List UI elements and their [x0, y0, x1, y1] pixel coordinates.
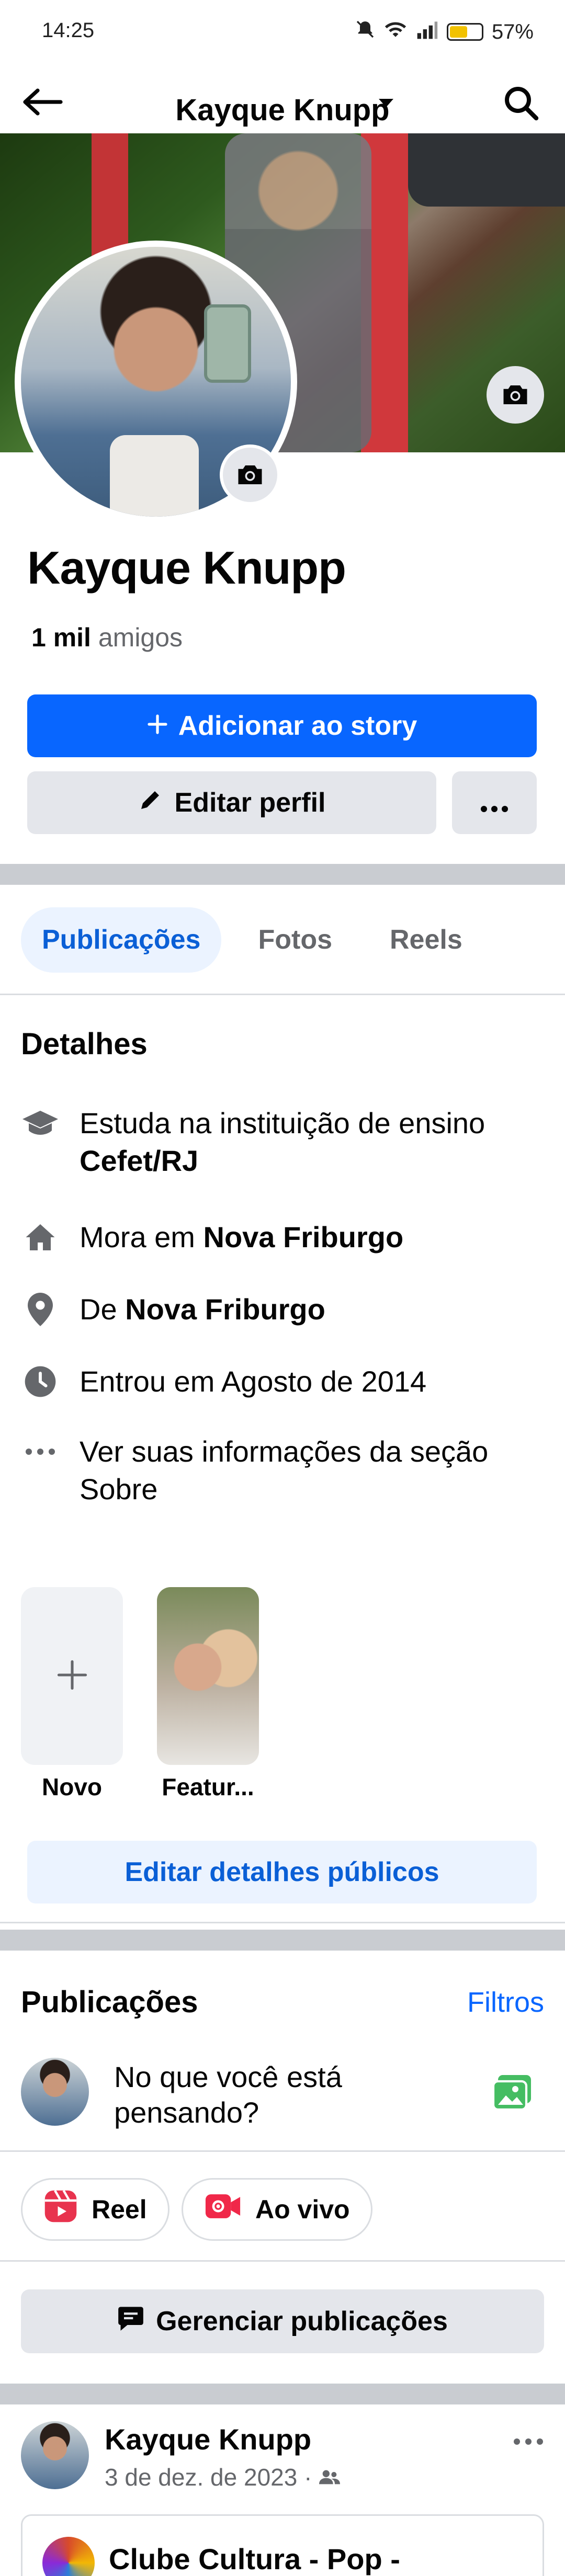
live-video-icon — [204, 2192, 242, 2227]
add-to-story-label: Adicionar ao story — [178, 711, 417, 741]
edit-profile-button[interactable]: Editar perfil — [27, 771, 436, 834]
thin-divider — [0, 2260, 565, 2262]
section-divider — [0, 864, 565, 885]
home-icon — [21, 1218, 60, 1256]
highlight-new-card[interactable] — [21, 1587, 123, 1765]
header-title[interactable]: Kayque Knupp — [0, 93, 565, 128]
section-divider — [0, 2384, 565, 2404]
message-icon — [117, 2305, 144, 2338]
section-divider — [0, 1930, 565, 1951]
location-pin-icon — [21, 1291, 60, 1328]
thin-divider — [0, 1922, 565, 1923]
manage-posts-button[interactable]: Gerenciar publicações — [21, 2289, 544, 2353]
tab-publicacoes[interactable]: Publicações — [21, 907, 222, 973]
top-bar: Kayque Knupp — [0, 65, 565, 133]
more-options-button[interactable] — [452, 771, 537, 834]
detail-education-prefix: Estuda na instituição de ensino — [80, 1107, 485, 1139]
detail-from-place[interactable]: Nova Friburgo — [125, 1293, 325, 1326]
thin-divider — [0, 2150, 565, 2152]
battery-percent: 57% — [491, 20, 534, 43]
filters-link[interactable]: Filtros — [467, 1986, 544, 2019]
photo-gallery-icon[interactable] — [492, 2073, 533, 2111]
ellipsis-icon — [480, 786, 509, 820]
cover-camera-icon[interactable] — [487, 366, 544, 424]
ellipsis-icon — [21, 1433, 60, 1471]
profile-name: Kayque Knupp — [27, 542, 346, 594]
live-label: Ao vivo — [255, 2195, 350, 2224]
graduation-cap-icon — [21, 1104, 60, 1142]
reel-icon — [43, 2189, 78, 2230]
posts-title: Publicações — [21, 1985, 198, 2019]
post-meta: 3 de dez. de 2023 · — [105, 2463, 341, 2491]
details-title: Detalhes — [21, 1027, 148, 1061]
add-to-story-button[interactable]: Adicionar ao story — [27, 694, 537, 757]
edit-profile-label: Editar perfil — [174, 788, 326, 818]
shared-page-name[interactable]: Clube Cultura - Pop - — [109, 2542, 400, 2576]
live-button[interactable]: Ao vivo — [182, 2178, 372, 2241]
detail-lives-prefix: Mora em — [80, 1221, 195, 1253]
chevron-down-icon[interactable] — [376, 92, 397, 112]
detail-lives-place[interactable]: Nova Friburgo — [204, 1221, 404, 1253]
highlight-featured-label: Featur... — [162, 1773, 254, 1800]
pencil-icon — [138, 787, 163, 819]
wifi-icon — [384, 19, 407, 45]
signal-icon — [415, 19, 438, 45]
status-icons: 57% — [355, 19, 534, 45]
search-icon[interactable] — [503, 85, 540, 122]
detail-joined: Entrou em Agosto de 2014 — [21, 1363, 549, 1400]
plus-icon — [55, 1649, 89, 1703]
profile-tabs: Publicações Fotos Reels — [21, 907, 483, 973]
clock-icon — [21, 1363, 60, 1400]
detail-from-prefix: De — [80, 1293, 117, 1326]
detail-education-place[interactable]: Cefet/RJ — [80, 1144, 198, 1177]
manage-posts-label: Gerenciar publicações — [156, 2306, 448, 2336]
detail-joined-text: Entrou em Agosto de 2014 — [80, 1365, 427, 1398]
battery-icon — [446, 23, 483, 41]
composer-input[interactable]: No que você está pensando? — [114, 2059, 454, 2130]
detail-education: Estuda na instituição de ensino Cefet/RJ — [21, 1104, 549, 1180]
mute-icon — [355, 19, 376, 45]
status-time: 14:25 — [42, 19, 95, 42]
friends-count[interactable]: 1 mil amigos — [31, 622, 183, 653]
tab-fotos[interactable]: Fotos — [237, 907, 353, 973]
detail-see-about-text: Ver suas informações da seção Sobre — [80, 1435, 489, 1506]
detail-lives-in: Mora em Nova Friburgo — [21, 1218, 549, 1256]
reel-label: Reel — [92, 2195, 147, 2224]
post-date[interactable]: 3 de dez. de 2023 · — [105, 2463, 312, 2491]
friends-audience-icon — [319, 2463, 341, 2491]
avatar-camera-icon[interactable] — [220, 444, 280, 505]
plus-icon — [147, 710, 168, 742]
shared-post-card[interactable]: Clube Cultura - Pop - — [21, 2514, 544, 2576]
post-author-name[interactable]: Kayque Knupp — [105, 2422, 311, 2456]
shared-page-avatar[interactable] — [42, 2537, 95, 2576]
highlight-new-label: Novo — [42, 1773, 102, 1800]
post-author-avatar[interactable] — [21, 2421, 89, 2489]
composer-avatar[interactable] — [21, 2058, 89, 2126]
friends-label: amigos — [98, 623, 183, 652]
edit-public-details-button[interactable]: Editar detalhes públicos — [27, 1841, 537, 1903]
post-options-icon[interactable] — [513, 2419, 544, 2453]
status-bar: 14:25 57% — [0, 0, 565, 65]
tab-reels[interactable]: Reels — [369, 907, 483, 973]
detail-see-about[interactable]: Ver suas informações da seção Sobre — [21, 1433, 549, 1508]
reel-button[interactable]: Reel — [21, 2178, 170, 2241]
tabs-divider — [0, 994, 565, 995]
friends-number: 1 mil — [31, 623, 91, 652]
detail-from: De Nova Friburgo — [21, 1291, 549, 1328]
highlight-featured-card[interactable] — [157, 1587, 259, 1765]
